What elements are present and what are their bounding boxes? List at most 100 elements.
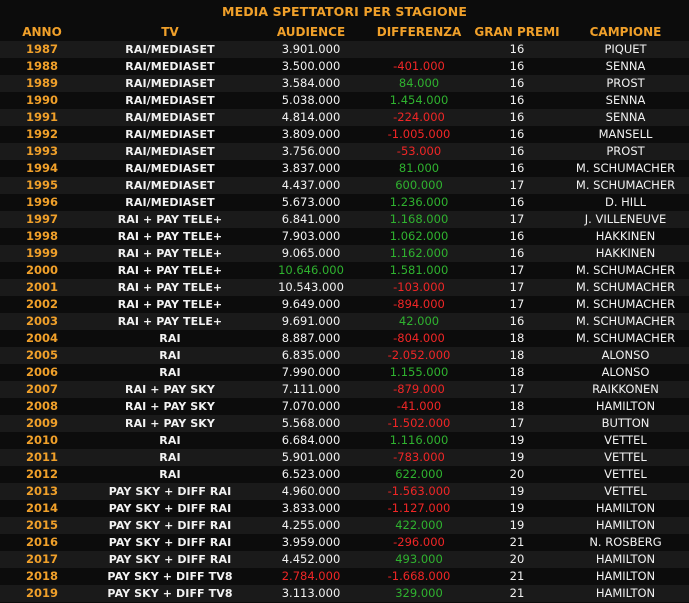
cell-tv: RAI/MEDIASET — [125, 145, 215, 158]
cell-tv: RAI + PAY TELE+ — [117, 213, 223, 226]
cell-campione: HAMILTON — [595, 501, 656, 515]
cell-tv: RAI/MEDIASET — [125, 128, 215, 141]
header-tv: TV — [161, 25, 179, 39]
cell-gran-premi: 16 — [509, 93, 525, 107]
cell-differenza: -1.502.000 — [387, 416, 451, 430]
cell-campione: VETTEL — [604, 484, 647, 498]
cell-year: 1993 — [25, 144, 58, 158]
cell-differenza: 42.000 — [398, 314, 440, 328]
table-row: 2009 RAI + PAY SKY 5.568.000 -1.502.000 17 BU… — [0, 415, 689, 432]
header-audience: AUDIENCE — [276, 25, 346, 39]
cell-tv: RAI/MEDIASET — [125, 43, 215, 56]
cell-year: 2004 — [25, 331, 58, 345]
cell-audience: 4.814.000 — [281, 110, 341, 124]
cell-year: 2019 — [25, 586, 58, 600]
header-campione: CAMPIONE — [589, 25, 662, 39]
cell-tv: RAI/MEDIASET — [125, 111, 215, 124]
cell-audience: 6.523.000 — [281, 467, 341, 481]
cell-gran-premi: 17 — [509, 263, 525, 277]
cell-differenza: -401.000 — [393, 59, 445, 73]
cell-audience: 3.809.000 — [281, 127, 341, 141]
cell-tv: RAI + PAY SKY — [125, 417, 215, 430]
cell-gran-premi: 19 — [509, 484, 525, 498]
cell-campione: HAMILTON — [595, 518, 656, 532]
audience-table: MEDIA SPETTATORI PER STAGIONE ANNO TV AU… — [0, 0, 689, 603]
cell-year: 2007 — [25, 382, 58, 396]
cell-audience: 10.543.000 — [278, 280, 344, 294]
table-row: 2015 PAY SKY + DIFF RAI 4.255.000 422.000 19… — [0, 517, 689, 534]
cell-differenza: -41.000 — [396, 399, 442, 413]
cell-year: 1992 — [25, 127, 58, 141]
cell-gran-premi: 17 — [509, 297, 525, 311]
cell-campione: HAMILTON — [595, 399, 656, 413]
cell-audience: 3.500.000 — [281, 59, 341, 73]
cell-campione: HAMILTON — [595, 569, 656, 583]
table-row: 1988 RAI/MEDIASET 3.500.000 -401.000 16 SENNA — [0, 58, 689, 75]
cell-campione: M. SCHUMACHER — [575, 263, 676, 277]
cell-campione: J. VILLENEUVE — [584, 212, 667, 226]
cell-campione: PROST — [606, 76, 645, 90]
cell-audience: 4.255.000 — [281, 518, 341, 532]
cell-gran-premi: 19 — [509, 433, 525, 447]
cell-campione: M. SCHUMACHER — [575, 178, 676, 192]
table-row: 1998 RAI + PAY TELE+ 7.903.000 1.062.000 16 H… — [0, 228, 689, 245]
cell-audience: 8.887.000 — [281, 331, 341, 345]
cell-gran-premi: 19 — [509, 450, 525, 464]
table-row: 1996 RAI/MEDIASET 5.673.000 1.236.000 16 D. H… — [0, 194, 689, 211]
cell-audience: 3.837.000 — [281, 161, 341, 175]
table-row: 1991 RAI/MEDIASET 4.814.000 -224.000 16 SENNA — [0, 109, 689, 126]
cell-campione: ALONSO — [601, 365, 650, 379]
cell-differenza: -1.005.000 — [387, 127, 451, 141]
cell-year: 1989 — [25, 76, 58, 90]
cell-year: 2003 — [25, 314, 58, 328]
cell-campione: HAKKINEN — [595, 229, 656, 243]
cell-campione: M. SCHUMACHER — [575, 331, 676, 345]
cell-audience: 6.835.000 — [281, 348, 341, 362]
cell-gran-premi: 18 — [509, 331, 525, 345]
cell-year: 1987 — [25, 42, 58, 56]
cell-differenza: -879.000 — [393, 382, 445, 396]
cell-gran-premi: 21 — [509, 586, 525, 600]
cell-campione: RAIKKONEN — [592, 382, 659, 396]
cell-tv: RAI — [159, 434, 181, 447]
cell-differenza: -783.000 — [393, 450, 445, 464]
table-row: 1997 RAI + PAY TELE+ 6.841.000 1.168.000 17 J… — [0, 211, 689, 228]
cell-gran-premi: 21 — [509, 535, 525, 549]
cell-gran-premi: 16 — [509, 42, 525, 56]
table-row: 1999 RAI + PAY TELE+ 9.065.000 1.162.000 16 H… — [0, 245, 689, 262]
cell-gran-premi: 19 — [509, 501, 525, 515]
cell-gran-premi: 16 — [509, 59, 525, 73]
table-row: 2005 RAI 6.835.000 -2.052.000 18 ALONSO — [0, 347, 689, 364]
cell-differenza: -1.668.000 — [387, 569, 451, 583]
cell-gran-premi: 18 — [509, 365, 525, 379]
cell-year: 2006 — [25, 365, 58, 379]
cell-year: 1994 — [25, 161, 58, 175]
cell-differenza: 1.062.000 — [389, 229, 449, 243]
cell-tv: PAY SKY + DIFF TV8 — [107, 570, 233, 583]
cell-differenza: 493.000 — [395, 552, 443, 566]
cell-differenza: -1.127.000 — [387, 501, 451, 515]
cell-tv: RAI/MEDIASET — [125, 196, 215, 209]
cell-year: 2012 — [25, 467, 58, 481]
header-differenza: DIFFERENZA — [376, 25, 462, 39]
table-row: 2002 RAI + PAY TELE+ 9.649.000 -894.000 17 M.… — [0, 296, 689, 313]
cell-tv: RAI/MEDIASET — [125, 60, 215, 73]
cell-tv: PAY SKY + DIFF RAI — [108, 485, 232, 498]
cell-differenza: 1.581.000 — [389, 263, 449, 277]
cell-audience: 5.673.000 — [281, 195, 341, 209]
cell-gran-premi: 17 — [509, 212, 525, 226]
cell-audience: 5.568.000 — [281, 416, 341, 430]
cell-year: 1990 — [25, 93, 58, 107]
cell-audience: 3.584.000 — [281, 76, 341, 90]
table-row: 2010 RAI 6.684.000 1.116.000 19 VETTEL — [0, 432, 689, 449]
table-row: 1995 RAI/MEDIASET 4.437.000 600.000 17 M. SCH… — [0, 177, 689, 194]
table-row: 2004 RAI 8.887.000 -804.000 18 M. SCHUMACHER — [0, 330, 689, 347]
cell-year: 2011 — [25, 450, 58, 464]
cell-campione: D. HILL — [604, 195, 647, 209]
cell-differenza: -224.000 — [393, 110, 445, 124]
cell-campione: BUTTON — [601, 416, 650, 430]
cell-audience: 10.646.000 — [278, 263, 344, 277]
cell-campione: M. SCHUMACHER — [575, 297, 676, 311]
cell-campione: ALONSO — [601, 348, 650, 362]
cell-audience: 3.833.000 — [281, 501, 341, 515]
